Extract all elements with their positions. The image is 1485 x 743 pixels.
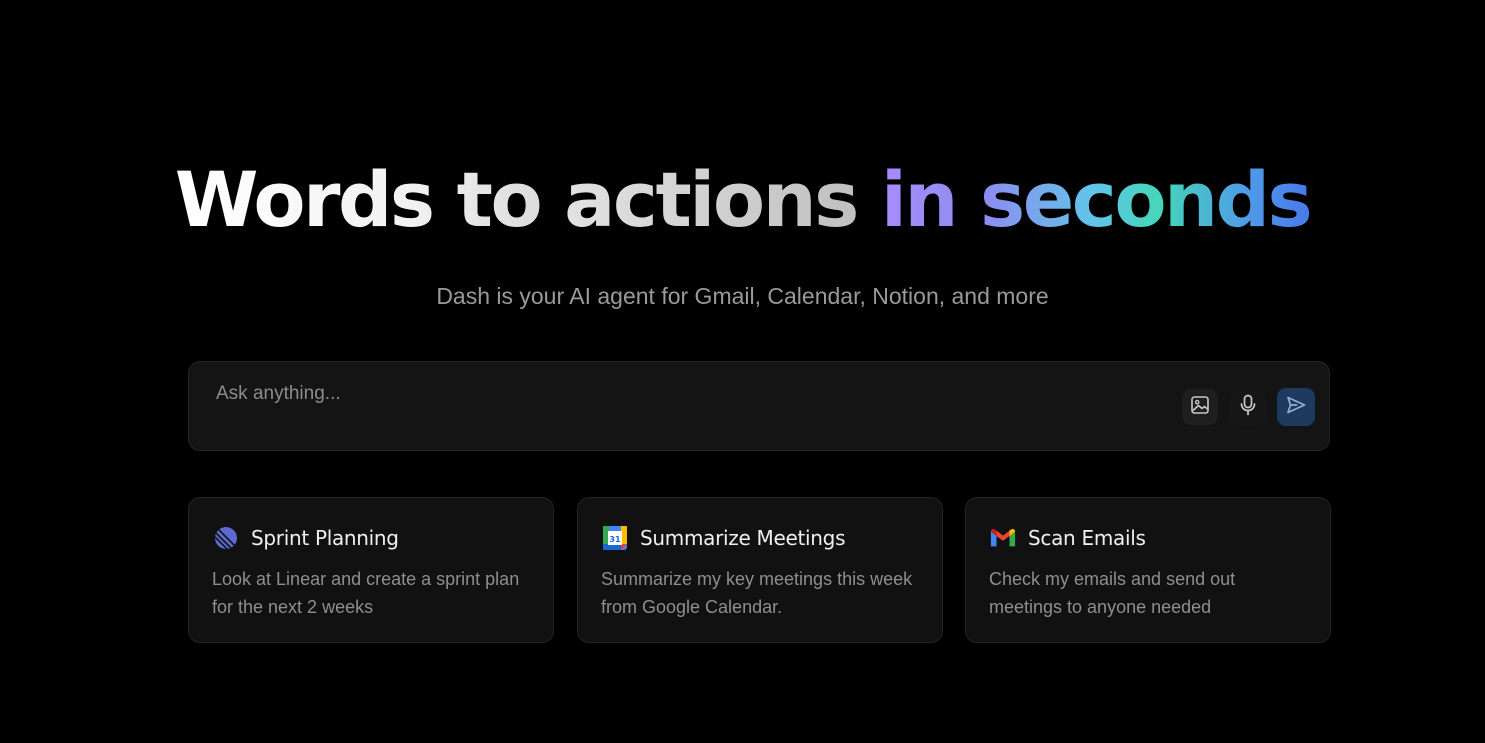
- headline-part-actions: actions: [564, 155, 881, 244]
- hero-subtitle: Dash is your AI agent for Gmail, Calenda…: [436, 283, 1049, 309]
- card-header: Sprint Planning: [213, 523, 399, 553]
- attach-image-button[interactable]: [1182, 389, 1218, 425]
- card-title: Sprint Planning: [251, 526, 399, 550]
- gmail-icon: [990, 525, 1016, 551]
- headline-part-words-to: Words to: [174, 155, 565, 244]
- card-header: 31 Summarize Meetings: [602, 523, 845, 553]
- image-icon: [1190, 395, 1210, 420]
- google-calendar-icon: 31: [602, 525, 628, 551]
- card-description: Check my emails and send out meetings to…: [989, 569, 1236, 617]
- card-title: Summarize Meetings: [640, 526, 846, 550]
- suggestion-card-sprint-planning[interactable]: Sprint Planning Look at Linear and creat…: [188, 497, 554, 643]
- landing-page: Words to actions in seconds Dash is your…: [0, 0, 1485, 743]
- send-button[interactable]: [1277, 388, 1315, 426]
- card-description: Summarize my key meetings this week from…: [601, 569, 913, 617]
- hero-headline: Words to actions in seconds: [0, 150, 1485, 250]
- linear-logo-icon: [213, 525, 239, 551]
- ask-anything-input[interactable]: [216, 378, 1116, 410]
- card-description: Look at Linear and create a sprint plan …: [212, 569, 520, 617]
- voice-input-button[interactable]: [1230, 389, 1266, 425]
- card-title: Scan Emails: [1028, 526, 1146, 550]
- send-icon: [1285, 394, 1307, 421]
- card-header: Scan Emails: [990, 523, 1146, 553]
- suggestion-card-scan-emails[interactable]: Scan Emails Check my emails and send out…: [965, 497, 1331, 643]
- prompt-box: [188, 361, 1330, 451]
- microphone-icon: [1238, 394, 1258, 421]
- calendar-day-number: 31: [609, 535, 621, 544]
- suggestion-card-summarize-meetings[interactable]: 31 Summarize Meetings Summarize my key m…: [577, 497, 943, 643]
- headline-part-in-seconds: in seconds: [880, 155, 1313, 244]
